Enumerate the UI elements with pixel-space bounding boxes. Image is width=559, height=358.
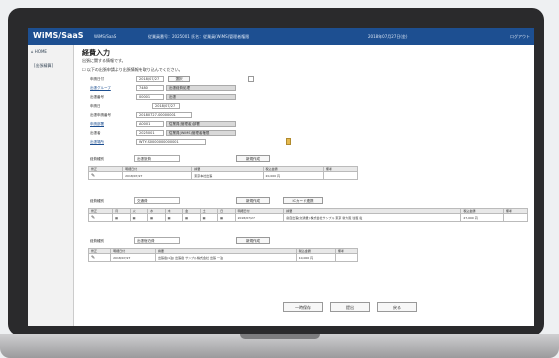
form-row: 申請日付 2018/07/27 選択 (90, 76, 390, 82)
table-cell: 雇自出張[交通費] 株式会社サンプル 東京 新大阪 往復 電 (283, 213, 462, 222)
expense-type-value[interactable]: 出張旅費 (134, 155, 180, 162)
table-cell (502, 213, 529, 222)
apply-date-input[interactable]: 2018/07/27 (152, 103, 180, 109)
pencil-icon[interactable]: ✎ (91, 215, 95, 221)
form-row: 申請日 2018/07/27 (90, 103, 390, 109)
traveler-input[interactable]: 2025001 (136, 130, 164, 136)
topbar-date: 2018年07月27日(金) (368, 34, 408, 39)
top-bar: WiMS/SaaS WiMS/SaaS 従業員番号：2025001 氏名：従業員… (28, 28, 534, 45)
sidebar-home-link[interactable]: ⌂ HOME (31, 49, 47, 54)
dept-name: 従業員(管理者)部署 (166, 121, 236, 127)
topbar-app-name: WiMS/SaaS (94, 34, 117, 39)
table-cell: 出張宿(1泊) 出張宿 サンプル株式会社 出張 一泊 (154, 253, 297, 262)
new-create-button[interactable]: 新規作成 (236, 155, 270, 162)
main-content: 経費入力 出張に関する情報です。 ☐ 以下の出張申請より出張情報を取り込んでくだ… (78, 45, 534, 326)
form-label: 出張者 (90, 131, 101, 135)
new-create-button[interactable]: 新規作成 (236, 237, 270, 244)
form-label-link[interactable]: 申請部署 (90, 122, 130, 127)
trip-no-input[interactable]: 00001 (136, 94, 164, 100)
sidebar-item-travel[interactable]: [出張精算] (34, 63, 53, 69)
attachment-icon[interactable] (286, 138, 291, 145)
expense-type-value[interactable]: 交通費 (134, 197, 180, 204)
table-cell (334, 253, 359, 262)
dept-input[interactable]: A0001 (136, 121, 164, 127)
group-input[interactable]: 7480 (136, 85, 164, 91)
form-label: 申請日 (90, 104, 101, 108)
table-cell: 2018/07/27 (122, 171, 193, 180)
expense-type-label: 経費種別 (90, 199, 104, 203)
app-screen: WiMS/SaaS WiMS/SaaS 従業員番号：2025001 氏名：従業員… (28, 28, 534, 326)
form-label-link[interactable]: 出張グループ (90, 86, 130, 91)
weekday-cell[interactable]: ▦ (199, 213, 219, 222)
weekday-cell[interactable]: ▦ (164, 213, 184, 222)
app-logo[interactable]: WiMS/SaaS (33, 31, 84, 40)
back-button[interactable]: 戻る (377, 302, 417, 312)
form-row: 出張番号 00001 出張 (90, 94, 390, 100)
pencil-icon[interactable]: ✎ (91, 173, 95, 179)
sidebar: ⌂ HOME [出張精算] (28, 45, 74, 326)
place-input[interactable]: WTY-S0000000000001 (136, 139, 206, 145)
expense-type-label: 経費種別 (90, 157, 104, 161)
table-cell: 2018/07/27 (110, 253, 156, 262)
temp-save-button[interactable]: 一時保存 (283, 302, 323, 312)
info-text: 出張に関する情報です。 (82, 58, 126, 63)
topbar-user-info: 従業員番号：2025001 氏名：従業員(WiMS)管理者権限 (148, 34, 250, 39)
laptop-notch (240, 334, 320, 339)
expense-type-value[interactable]: 出張宿泊費 (134, 237, 180, 244)
table-cell (322, 171, 359, 180)
ic-card-button[interactable]: ICカード連携 (283, 197, 323, 204)
edit-cell[interactable]: ✎ (87, 213, 114, 222)
weekday-cell[interactable]: ▦ (217, 213, 236, 222)
form-row: 申請部署 A0001 従業員(管理者)部署 (90, 121, 390, 127)
submit-button[interactable]: 提出 (330, 302, 370, 312)
form-label: 申請日付 (90, 77, 104, 81)
form-label-link[interactable]: 出張場所 (90, 140, 130, 145)
traveler-name: 従業員(WiMS)管理者権限 (166, 130, 236, 136)
weekday-cell[interactable]: ▦ (147, 213, 166, 222)
table-cell: 2018/07/27 (234, 213, 285, 222)
form-row: 出張場所 WTY-S0000000000001 (90, 138, 390, 145)
weekday-cell[interactable]: ▦ (129, 213, 149, 222)
table-cell: 10,000 円 (295, 253, 336, 262)
edit-cell[interactable]: ✎ (87, 253, 112, 262)
form-row: 出張グループ 7480 出張経費処理 (90, 85, 390, 91)
form-row: 出張申請番号 20180727-00000001 (90, 112, 390, 118)
form-row: 出張者 2025001 従業員(WiMS)管理者権限 (90, 130, 390, 136)
table-cell: 20,000 円 (262, 171, 324, 180)
expense-table-3: 修正 明細日付 摘要 税込金額 備考 ✎ 2018/07/27 出張宿(1泊) … (87, 248, 359, 262)
instruction-text: ☐ 以下の出張申請より出張情報を取り込んでください。 (82, 67, 183, 72)
table-cell: 27,000 円 (460, 213, 504, 222)
pencil-icon[interactable]: ✎ (91, 255, 95, 261)
weekday-cell[interactable]: ▦ (182, 213, 201, 222)
expense-table-1: 修正 明細日付 摘要 税込金額 備考 ✎ 2018/07/27 東京本社出張 2… (87, 166, 359, 180)
laptop-device: WiMS/SaaS WiMS/SaaS 従業員番号：2025001 氏名：従業員… (0, 0, 559, 358)
edit-cell[interactable]: ✎ (87, 171, 124, 180)
new-create-button[interactable]: 新規作成 (236, 197, 270, 204)
form-label: 出張申請番号 (90, 113, 111, 117)
expense-type-label: 経費種別 (90, 239, 104, 243)
page-title: 経費入力 (82, 49, 110, 57)
table-cell: 東京本社出張 (191, 171, 264, 180)
select-button[interactable]: 選択 (168, 76, 190, 82)
group-name: 出張経費処理 (166, 85, 236, 91)
calendar-icon[interactable] (248, 76, 254, 82)
table-row: ✎ 2018/07/27 出張宿(1泊) 出張宿 サンプル株式会社 出張 一泊 … (87, 253, 359, 262)
weekday-cell[interactable]: ▦ (112, 213, 131, 222)
apply-no-input[interactable]: 20180727-00000001 (136, 112, 192, 118)
form-label: 出張番号 (90, 95, 104, 99)
expense-table-2: 修正 月 火 水 木 金 土 日 明細日付 摘要 税込金額 備考 ✎ ▦ ▦ ▦… (87, 208, 529, 222)
trip-type: 出張 (166, 94, 236, 100)
date-input[interactable]: 2018/07/27 (136, 76, 164, 82)
table-row: ✎ ▦ ▦ ▦ ▦ ▦ ▦ ▦ 2018/07/27 雇自出張[交通費] 株式会… (87, 213, 529, 222)
table-row: ✎ 2018/07/27 東京本社出張 20,000 円 (87, 171, 359, 180)
logout-link[interactable]: ログアウト (510, 34, 530, 40)
